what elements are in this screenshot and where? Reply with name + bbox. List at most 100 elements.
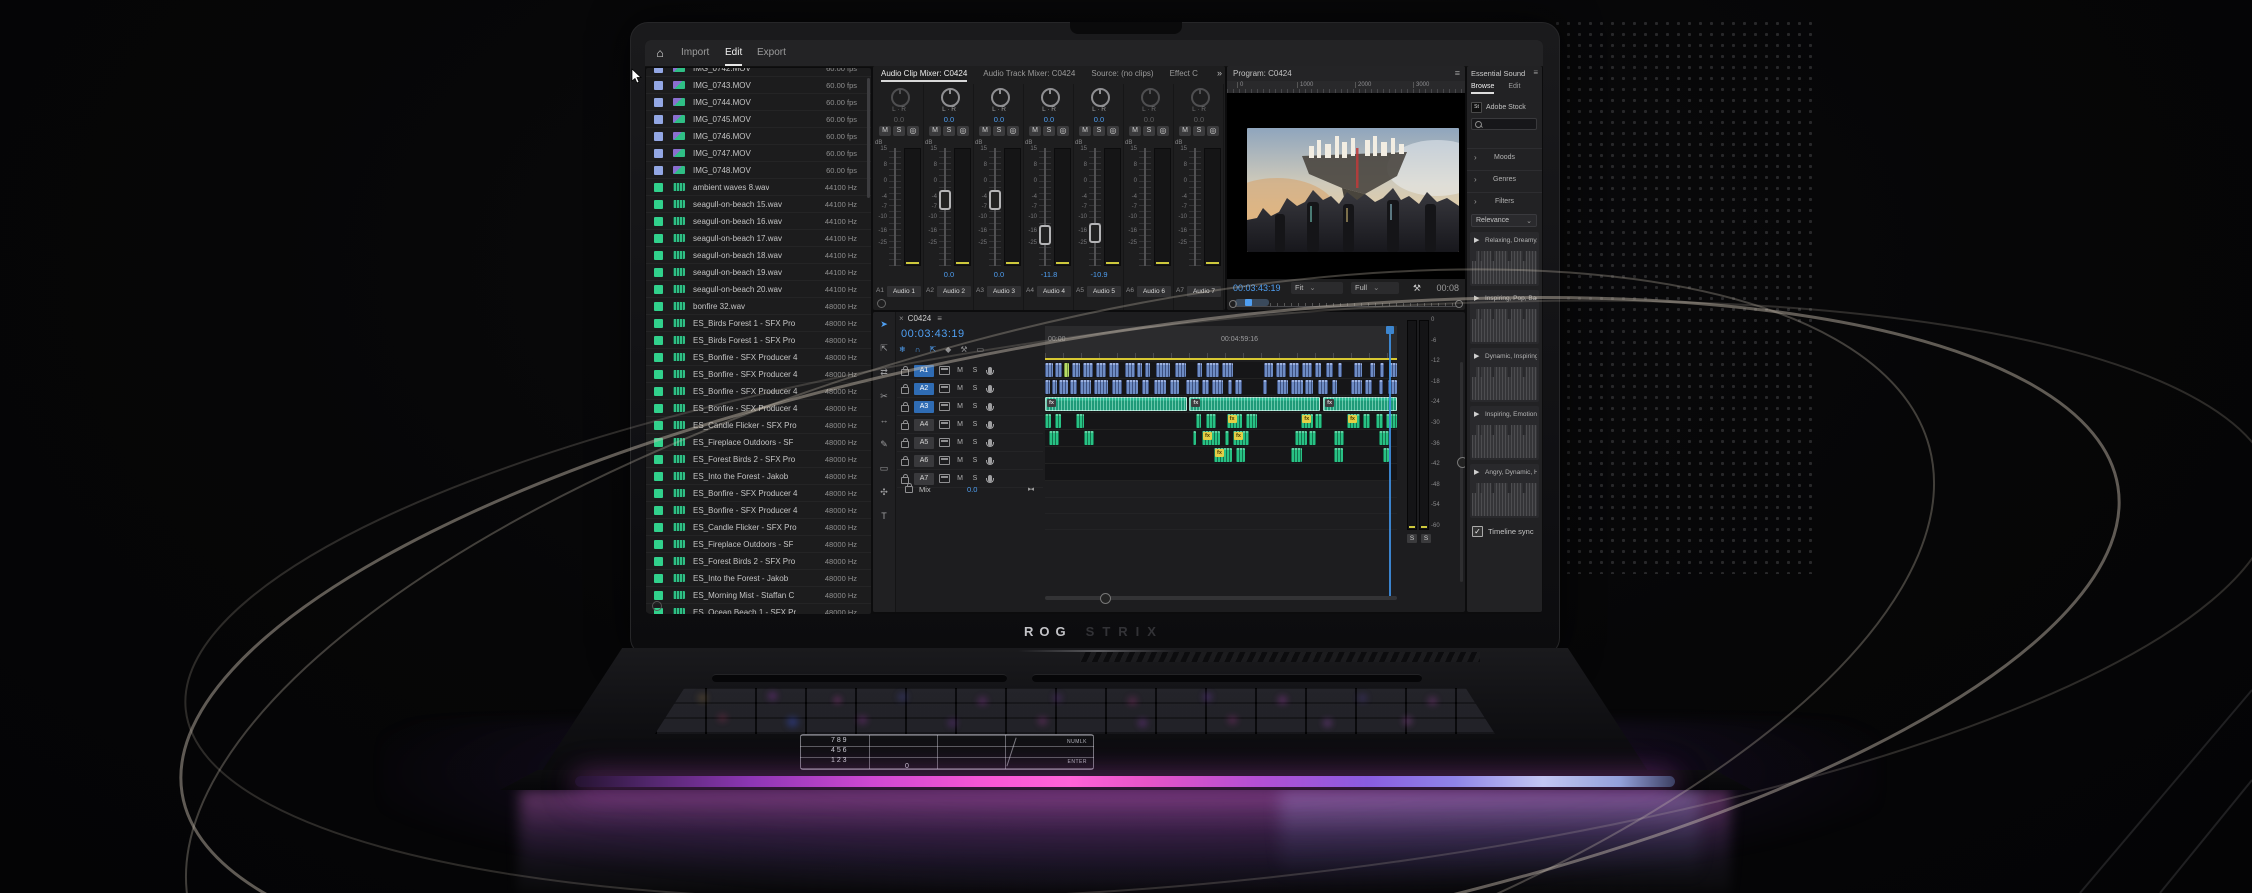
timeline-clip[interactable] xyxy=(1383,448,1389,462)
play-icon[interactable]: ▶ xyxy=(1474,468,1479,476)
section-genres[interactable]: ›Genres xyxy=(1467,170,1542,191)
timeline-clip[interactable] xyxy=(1332,380,1337,394)
panel-menu-icon[interactable]: ≡ xyxy=(1533,68,1538,77)
timeline-clip[interactable] xyxy=(1196,414,1201,428)
pan-knob[interactable] xyxy=(991,88,1010,107)
sequence-tab[interactable]: ×C0424≡ xyxy=(899,314,942,323)
timeline-clip[interactable] xyxy=(1084,431,1095,445)
pan-knob[interactable] xyxy=(941,88,960,107)
tool-rectangle[interactable]: ▭ xyxy=(873,456,895,480)
zoom-level-dropdown[interactable]: Fit⌄ xyxy=(1291,282,1343,294)
solo-button[interactable]: S xyxy=(1193,126,1205,136)
track-mute-button[interactable]: M xyxy=(955,385,965,392)
track-mute-button[interactable]: M xyxy=(955,403,965,410)
project-item-row[interactable]: ES_Bonfire - SFX Producer 4 48000 Hz xyxy=(646,383,871,400)
record-button[interactable]: ◎ xyxy=(957,126,969,136)
mixer-scroll-handle[interactable] xyxy=(877,299,886,308)
timeline-clip[interactable] xyxy=(1334,448,1343,462)
track-mute-button[interactable]: M xyxy=(955,457,965,464)
track-solo-button[interactable]: S xyxy=(970,385,980,392)
timeline-clip[interactable] xyxy=(1156,363,1170,377)
timeline-clip[interactable] xyxy=(1083,363,1093,377)
track-solo-button[interactable]: S xyxy=(970,403,980,410)
meter-solo-left[interactable]: S xyxy=(1407,534,1417,543)
timeline-clip[interactable] xyxy=(1379,431,1388,445)
pan-knob[interactable] xyxy=(1141,88,1160,107)
timeline-clip[interactable] xyxy=(1126,380,1138,394)
solo-button[interactable]: S xyxy=(893,126,905,136)
channel-name-button[interactable]: Audio 6 xyxy=(1137,286,1171,297)
tool-track-select[interactable]: ⇱ xyxy=(873,336,895,360)
track-solo-button[interactable]: S xyxy=(970,367,980,374)
playback-quality-dropdown[interactable]: Full⌄ xyxy=(1351,282,1399,294)
tab-export[interactable]: Export xyxy=(757,40,786,66)
play-icon[interactable]: ▶ xyxy=(1474,352,1479,360)
settings-wrench-icon[interactable]: ⚒ xyxy=(1413,283,1421,294)
project-item-row[interactable]: ES_Fireplace Outdoors - SF 48000 Hz xyxy=(646,536,871,553)
timeline-clip[interactable] xyxy=(1045,414,1051,428)
timeline-clip[interactable] xyxy=(1236,448,1244,462)
tab-source[interactable]: Source: (no clips) xyxy=(1091,66,1153,82)
lock-icon[interactable] xyxy=(901,369,909,376)
lock-icon[interactable] xyxy=(901,459,909,466)
channel-name-button[interactable]: Audio 2 xyxy=(937,286,971,297)
timeline-clip[interactable] xyxy=(1154,380,1166,394)
pan-knob[interactable] xyxy=(1041,88,1060,107)
timeline-clip[interactable] xyxy=(1080,380,1091,394)
tab-import[interactable]: Import xyxy=(681,40,709,66)
project-item-row[interactable]: IMG_0746.MOV 60.00 fps xyxy=(646,128,871,145)
timeline-clip[interactable] xyxy=(1175,363,1187,377)
timeline-clip[interactable] xyxy=(1222,363,1233,377)
tool-ripple-edit[interactable]: ⇄ xyxy=(873,360,895,384)
lock-icon[interactable] xyxy=(901,423,909,430)
project-item-row[interactable]: IMG_0745.MOV 60.00 fps xyxy=(646,111,871,128)
search-input[interactable] xyxy=(1471,118,1537,130)
timeline-clip[interactable] xyxy=(1064,363,1070,377)
mute-button[interactable]: M xyxy=(1129,126,1141,136)
fader-handle[interactable] xyxy=(989,190,1001,210)
project-item-row[interactable]: seagull-on-beach 16.wav 44100 Hz xyxy=(646,213,871,230)
timeline-timecode[interactable]: 00:03:43:19 xyxy=(901,328,965,340)
fader-track[interactable] xyxy=(1044,148,1046,266)
track-target-button[interactable]: A2 xyxy=(914,383,934,395)
project-item-row[interactable]: ES_Bonfire - SFX Producer 4 48000 Hz xyxy=(646,502,871,519)
timeline-clip[interactable] xyxy=(1193,431,1197,445)
timeline-clip[interactable] xyxy=(1206,363,1218,377)
track-target-button[interactable]: A3 xyxy=(914,401,934,413)
channel-name-button[interactable]: Audio 5 xyxy=(1087,286,1121,297)
tab-audio-clip-mixer[interactable]: Audio Clip Mixer: C0424 xyxy=(881,66,967,82)
project-item-row[interactable]: ES_Bonfire - SFX Producer 4 48000 Hz xyxy=(646,349,871,366)
solo-button[interactable]: S xyxy=(993,126,1005,136)
timeline-clip[interactable] xyxy=(1309,431,1316,445)
fader-handle[interactable] xyxy=(1089,223,1101,243)
sync-source-icon[interactable] xyxy=(939,456,950,465)
play-icon[interactable]: ▶ xyxy=(1474,410,1479,418)
mute-button[interactable]: M xyxy=(1079,126,1091,136)
audio-lane-a4[interactable]: fxfxfx xyxy=(1045,413,1397,430)
timeline-clip[interactable] xyxy=(1137,363,1142,377)
timeline-clip[interactable]: fx xyxy=(1233,431,1249,445)
timeline-clip[interactable] xyxy=(1094,380,1108,394)
captions-icon[interactable]: ▭ xyxy=(976,345,984,354)
timeline-clip[interactable] xyxy=(1059,380,1068,394)
lock-icon[interactable] xyxy=(901,387,909,394)
timeline-clip[interactable] xyxy=(1291,380,1303,394)
stock-audio-item[interactable]: ▶ Relaxing, Dreamy, xyxy=(1470,232,1539,286)
project-item-row[interactable]: bonfire 32.wav 48000 Hz xyxy=(646,298,871,315)
project-item-row[interactable]: ambient waves 8.wav 44100 Hz xyxy=(646,179,871,196)
tab-audio-track-mixer[interactable]: Audio Track Mixer: C0424 xyxy=(983,66,1075,82)
timeline-clip[interactable] xyxy=(1246,414,1257,428)
project-item-row[interactable]: IMG_0748.MOV 60.00 fps xyxy=(646,162,871,179)
timeline-clip[interactable]: fx xyxy=(1189,397,1319,411)
timeline-clip[interactable] xyxy=(1264,363,1273,377)
home-icon[interactable]: ⌂ xyxy=(651,45,669,61)
stock-audio-item[interactable]: ▶ Inspiring, Emotiona xyxy=(1470,406,1539,460)
voiceover-mic-icon[interactable] xyxy=(988,403,992,410)
timeline-clip[interactable] xyxy=(1291,448,1302,462)
zoom-bar-segment[interactable] xyxy=(1235,299,1269,306)
collapse-icon[interactable]: ▸◂ xyxy=(1028,485,1033,493)
timeline-clip[interactable] xyxy=(1351,380,1362,394)
solo-button[interactable]: S xyxy=(943,126,955,136)
meter-solo-right[interactable]: S xyxy=(1421,534,1431,543)
timeline-clip[interactable] xyxy=(1170,380,1179,394)
